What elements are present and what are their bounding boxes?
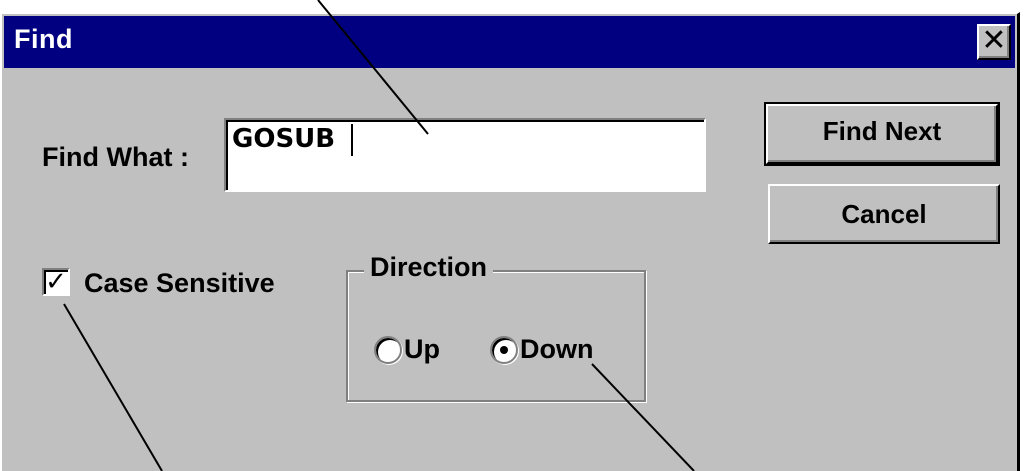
callout-line-checkbox bbox=[63, 303, 163, 471]
callout-line-input bbox=[317, 0, 429, 135]
callout-lines bbox=[63, 0, 695, 471]
callout-line-radio bbox=[591, 363, 695, 471]
